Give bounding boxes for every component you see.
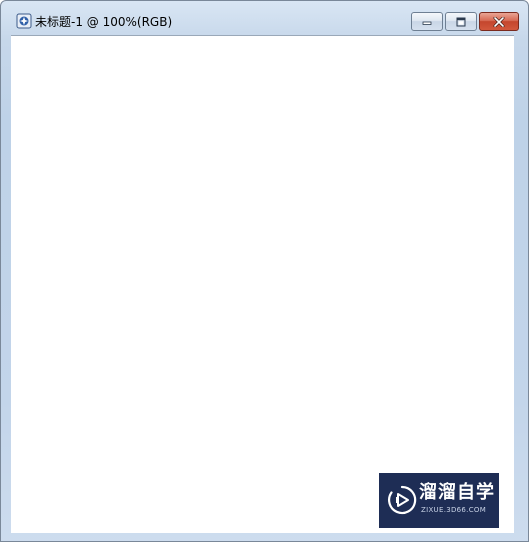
play-logo-icon	[388, 485, 417, 515]
document-canvas[interactable]	[11, 35, 514, 533]
maximize-button[interactable]	[445, 12, 477, 31]
window-title: 未标题-1 @ 100%(RGB)	[35, 15, 173, 29]
title-bar[interactable]: 未标题-1 @ 100%(RGB)	[1, 1, 528, 35]
minimize-icon	[422, 21, 432, 25]
close-button[interactable]	[479, 12, 519, 31]
watermark-name: 溜溜自学	[419, 482, 495, 503]
watermark-logo: 溜溜自学 ZIXUE.3D66.COM	[379, 473, 499, 528]
maximize-icon	[456, 17, 466, 26]
watermark-url: ZIXUE.3D66.COM	[421, 506, 487, 514]
minimize-button[interactable]	[411, 12, 443, 31]
close-icon	[493, 16, 505, 27]
document-window: 未标题-1 @ 100%(RGB)	[0, 0, 529, 542]
app-icon[interactable]	[16, 13, 32, 29]
